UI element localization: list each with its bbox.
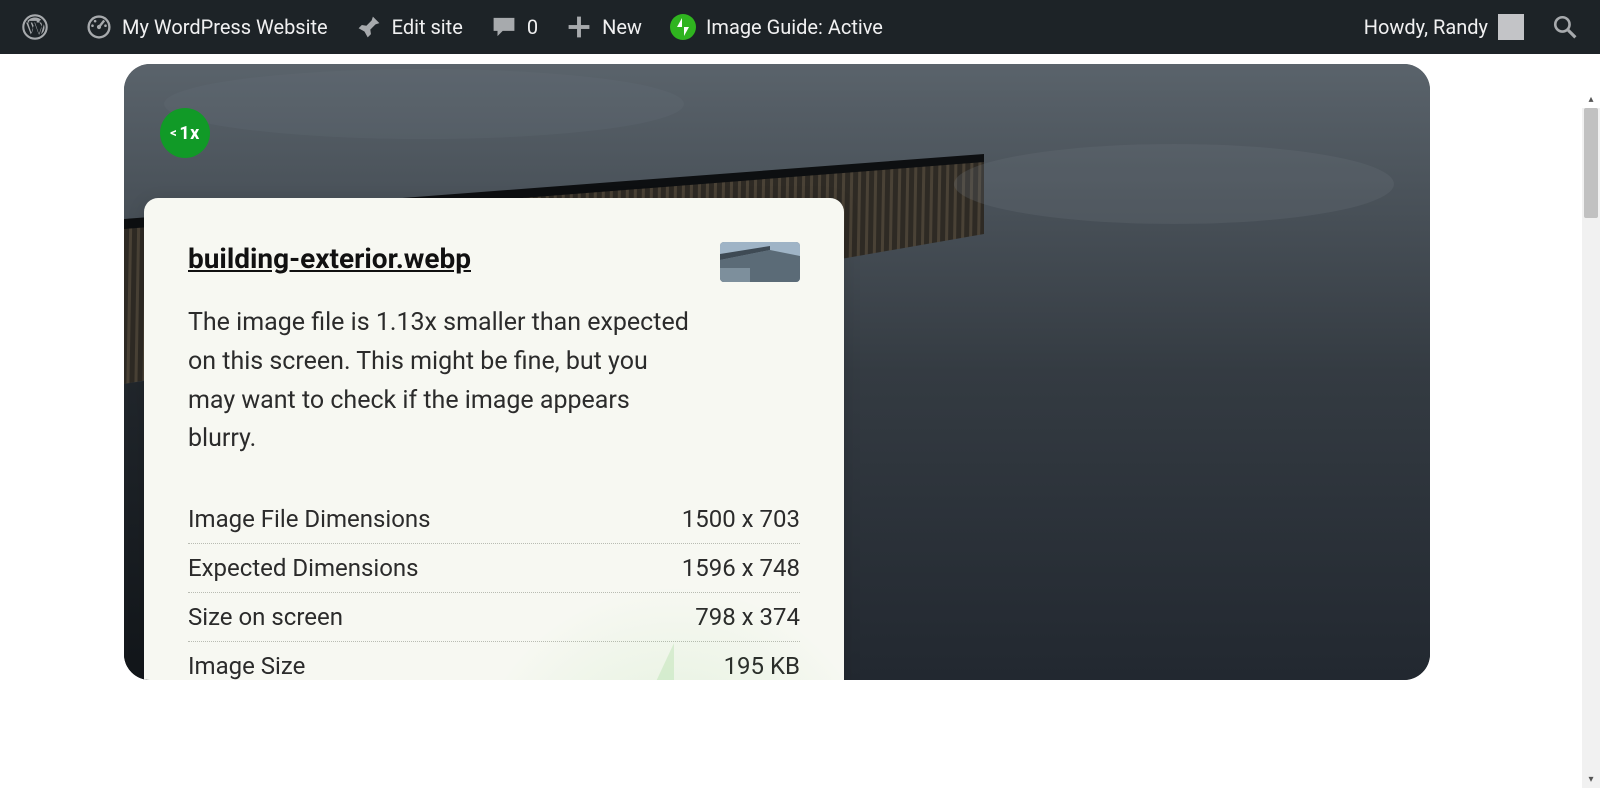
stat-row: Expected Dimensions 1596 x 748 [188, 544, 800, 593]
image-stats-table: Image File Dimensions 1500 x 703 Expecte… [188, 495, 800, 680]
stat-row: Image File Dimensions 1500 x 703 [188, 495, 800, 544]
jetpack-icon [670, 14, 696, 40]
my-account-menu[interactable]: Howdy, Randy [1350, 0, 1538, 54]
stat-value: 1500 x 703 [682, 505, 800, 533]
site-menu[interactable]: My WordPress Website [72, 0, 342, 54]
page-content: < 1x building-exterior.webp The image fi… [0, 54, 1600, 788]
comments-count: 0 [527, 15, 538, 39]
image-filename-link[interactable]: building-exterior.webp [188, 242, 471, 275]
wordpress-icon [22, 14, 48, 40]
new-label: New [602, 15, 642, 39]
scroll-up-arrow[interactable]: ▴ [1582, 90, 1600, 108]
edit-site-label: Edit site [392, 15, 463, 39]
comment-icon [491, 14, 517, 40]
stat-label: Image Size [188, 652, 305, 680]
wp-logo-menu[interactable] [8, 0, 72, 54]
stat-value: 195 KB [724, 652, 800, 680]
stat-label: Image File Dimensions [188, 505, 431, 533]
scale-badge[interactable]: < 1x [160, 108, 210, 158]
stat-label: Expected Dimensions [188, 554, 419, 582]
stat-value: 798 x 374 [695, 603, 800, 631]
search-icon [1552, 14, 1578, 40]
avatar [1498, 14, 1524, 40]
page-scrollbar[interactable]: ▴ ▾ [1582, 108, 1600, 788]
adminbar-search[interactable] [1538, 0, 1592, 54]
edit-site-link[interactable]: Edit site [342, 0, 477, 54]
scroll-down-arrow[interactable]: ▾ [1582, 770, 1600, 788]
new-content-menu[interactable]: New [552, 0, 656, 54]
wp-admin-bar: My WordPress Website Edit site 0 New Ima… [0, 0, 1600, 54]
site-title: My WordPress Website [122, 15, 328, 39]
pin-icon [356, 14, 382, 40]
image-guide-toggle[interactable]: Image Guide: Active [656, 0, 897, 54]
stat-value: 1596 x 748 [682, 554, 800, 582]
stat-label: Size on screen [188, 603, 343, 631]
badge-value: 1x [179, 123, 200, 144]
badge-prefix: < [170, 126, 177, 141]
howdy-label: Howdy, Randy [1364, 15, 1488, 39]
dashboard-icon [86, 14, 112, 40]
image-guide-popup: building-exterior.webp The image file is… [144, 198, 844, 680]
scroll-thumb[interactable] [1584, 108, 1598, 218]
comments-link[interactable]: 0 [477, 0, 552, 54]
hero-image: < 1x building-exterior.webp The image fi… [124, 64, 1430, 680]
plus-icon [566, 14, 592, 40]
image-guide-description: The image file is 1.13x smaller than exp… [188, 304, 698, 459]
image-thumbnail[interactable] [720, 242, 800, 282]
image-guide-label: Image Guide: Active [706, 15, 883, 39]
stat-row: Image Size 195 KB [188, 642, 800, 680]
stat-row: Size on screen 798 x 374 [188, 593, 800, 642]
